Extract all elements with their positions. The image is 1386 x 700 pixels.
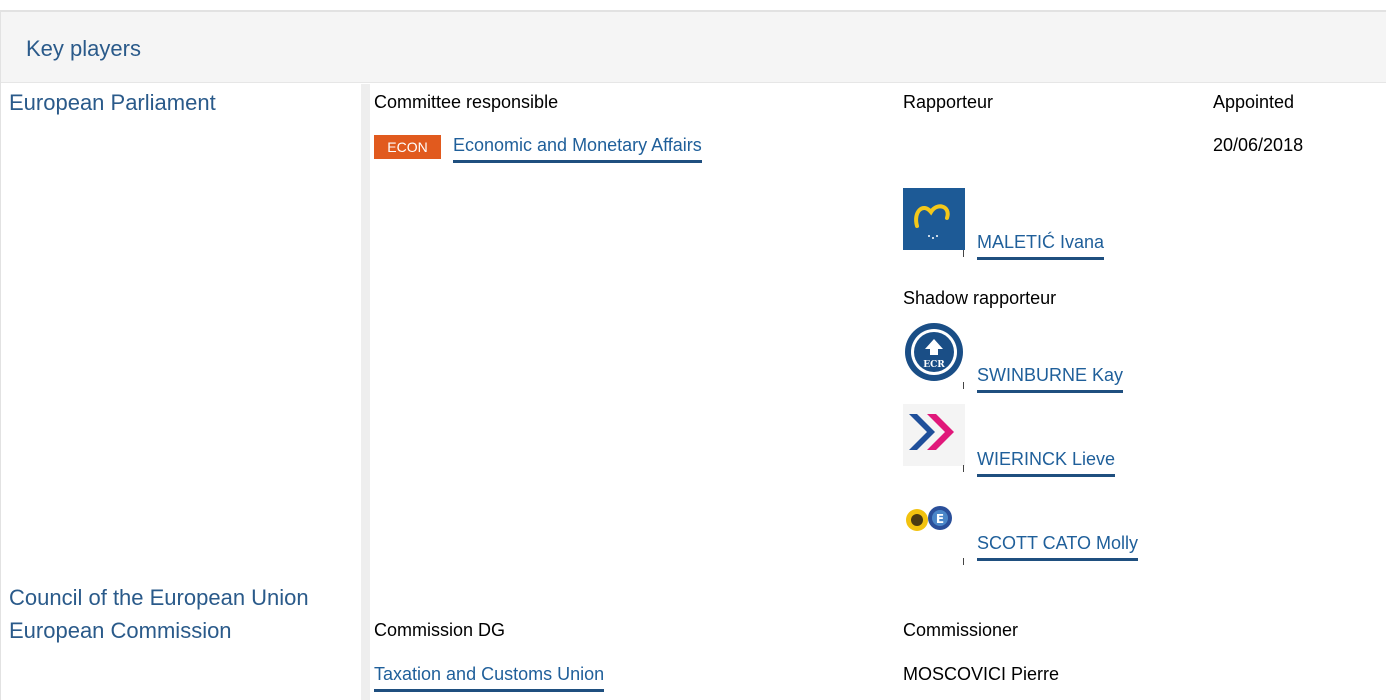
- commissioner-header: Commissioner: [903, 620, 1019, 640]
- rapporteur-link[interactable]: MALETIĆ Ivana: [977, 232, 1105, 260]
- column-divider: [361, 84, 370, 700]
- shadow-rapporteur-link-3[interactable]: SCOTT CATO Molly: [977, 533, 1139, 561]
- institution-european-commission: European Commission: [9, 618, 232, 643]
- rapporteur-header: Rapporteur: [903, 92, 994, 112]
- section-title: Key players: [26, 36, 141, 61]
- shadow-rapporteur-link-1[interactable]: SWINBURNE Kay: [977, 365, 1124, 393]
- alde-chevrons-icon: [903, 404, 965, 466]
- tick-mark: [963, 558, 964, 565]
- shadow-rapporteur-link-2[interactable]: WIERINCK Lieve: [977, 449, 1116, 477]
- tick-mark: [963, 382, 964, 389]
- tick-mark: [963, 250, 964, 257]
- commissioner-name: MOSCOVICI Pierre: [903, 664, 1060, 684]
- greens-sunflower-icon: E: [903, 500, 965, 562]
- commission-dg-link[interactable]: Taxation and Customs Union: [374, 664, 605, 692]
- institution-council: Council of the European Union: [9, 585, 309, 610]
- shadow-rapporteur-header: Shadow rapporteur: [903, 288, 1057, 308]
- tick-mark: [963, 465, 964, 472]
- committee-responsible-header: Committee responsible: [374, 92, 559, 112]
- epp-heart-icon: [903, 188, 965, 250]
- institution-european-parliament: European Parliament: [9, 90, 216, 115]
- ecr-logo-icon: ECR: [903, 321, 965, 383]
- committee-link[interactable]: Economic and Monetary Affairs: [453, 135, 702, 163]
- commission-dg-header: Commission DG: [374, 620, 506, 640]
- committee-badge: ECON: [374, 135, 441, 159]
- section-header: Key players: [1, 12, 1386, 83]
- svg-text:ECR: ECR: [923, 360, 945, 370]
- svg-text:E: E: [936, 512, 944, 526]
- appointed-date: 20/06/2018: [1213, 135, 1304, 155]
- appointed-header: Appointed: [1213, 92, 1295, 112]
